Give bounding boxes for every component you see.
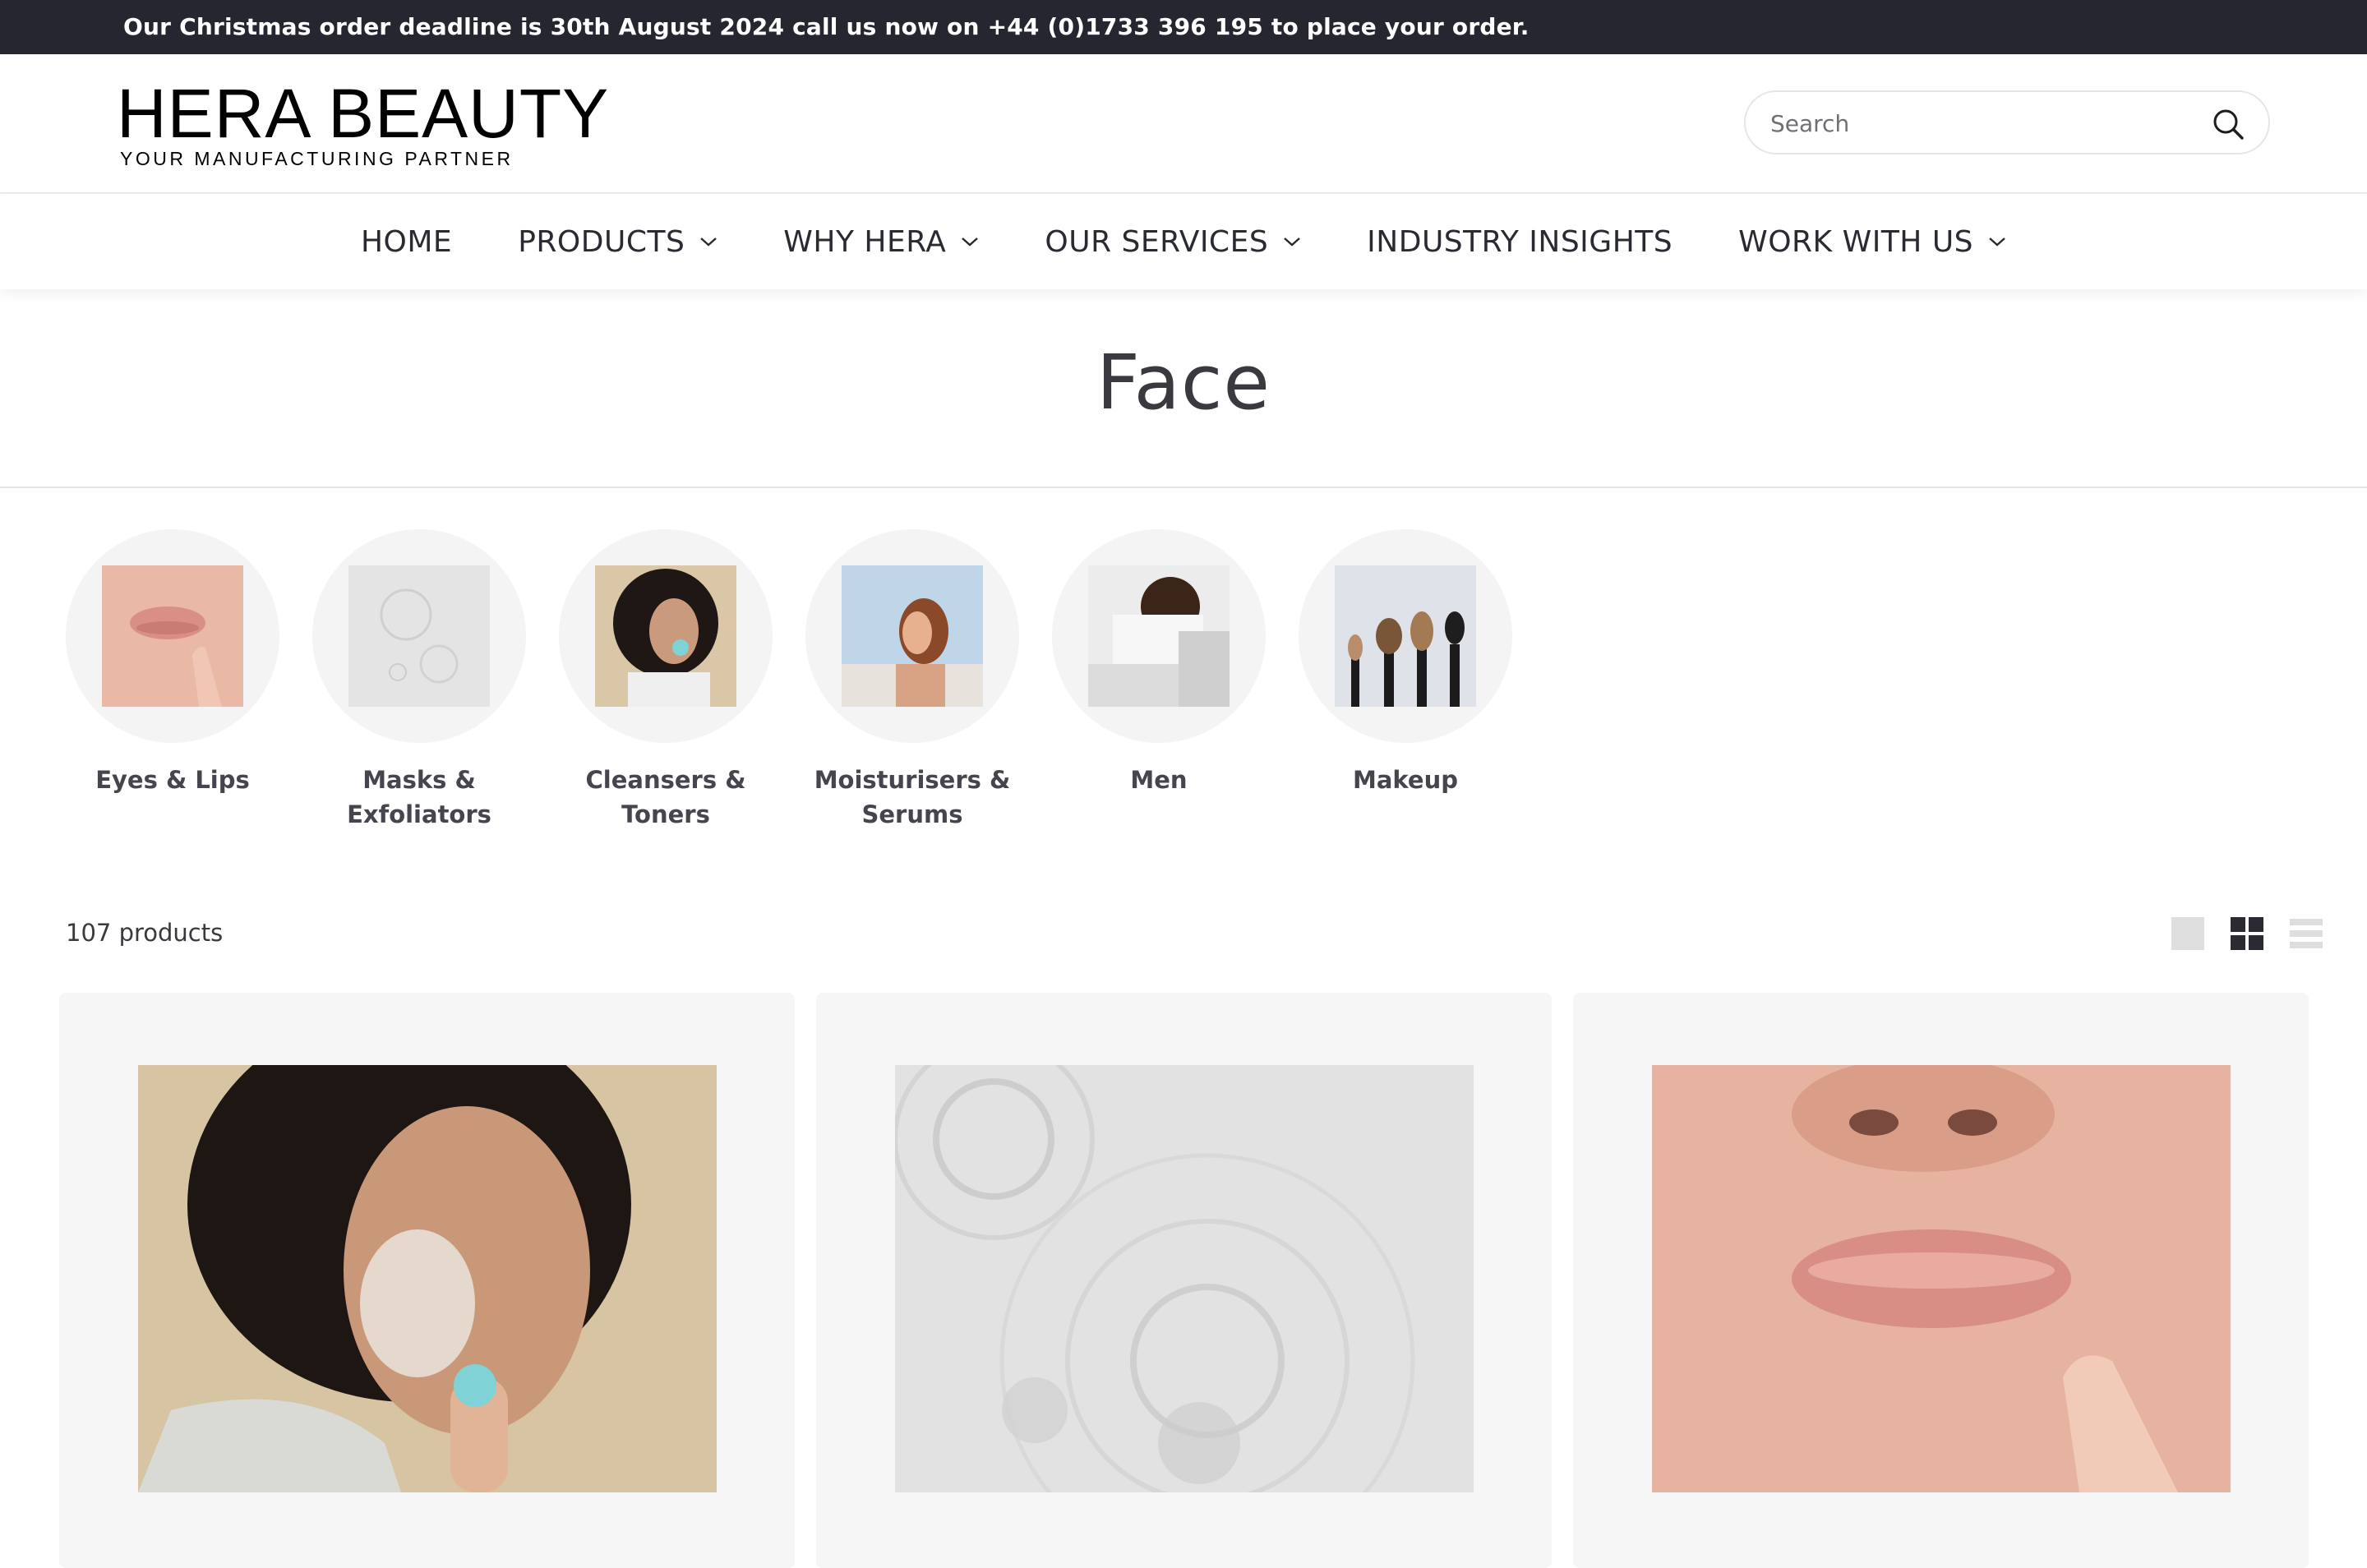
category-label: Makeup xyxy=(1352,766,1458,794)
nav-item-label: INDUSTRY INSIGHTS xyxy=(1367,224,1673,259)
search-input[interactable] xyxy=(1770,105,2198,141)
category-thumbnail xyxy=(559,529,773,743)
category-list: Eyes & Lips Masks & Exfoliators Cleanser… xyxy=(66,529,1545,832)
cleansing-woman-image xyxy=(595,565,736,707)
product-grid xyxy=(59,993,2330,1568)
product-card[interactable] xyxy=(816,993,1552,1568)
chevron-down-icon xyxy=(1989,238,2005,247)
product-card[interactable] xyxy=(1573,993,2309,1568)
category-label: Moisturisers & Serums xyxy=(814,766,1011,828)
logo[interactable]: HERA BEAUTY YOUR MANUFACTURING PARTNER xyxy=(117,79,609,170)
large-grid-icon[interactable] xyxy=(2170,915,2206,952)
product-count: 107 products xyxy=(66,919,224,947)
main-nav: HOME PRODUCTS WHY HERA OUR SERVICES INDU… xyxy=(0,194,2367,289)
category-label: Men xyxy=(1130,766,1188,794)
nav-item-why-hera[interactable]: WHY HERA xyxy=(783,225,979,259)
chevron-down-icon xyxy=(1284,238,1300,247)
category-moisturisers-serums[interactable]: Moisturisers & Serums xyxy=(805,529,1019,832)
category-eyes-lips[interactable]: Eyes & Lips xyxy=(66,529,279,832)
product-image xyxy=(895,1065,1474,1492)
nav-item-products[interactable]: PRODUCTS xyxy=(518,225,717,259)
search-box xyxy=(1744,90,2270,154)
product-image xyxy=(138,1065,717,1492)
moisturiser-woman-image xyxy=(842,565,983,707)
nav-item-our-services[interactable]: OUR SERVICES xyxy=(1045,225,1301,259)
site-header: HERA BEAUTY YOUR MANUFACTURING PARTNER xyxy=(0,54,2367,194)
category-thumbnail xyxy=(1052,529,1266,743)
category-label: Masks & Exfoliators xyxy=(347,766,491,828)
category-thumbnail xyxy=(312,529,526,743)
product-image xyxy=(1652,1065,2231,1492)
category-thumbnail xyxy=(66,529,279,743)
lips-image xyxy=(102,565,243,707)
category-thumbnail xyxy=(805,529,1019,743)
chevron-down-icon xyxy=(700,238,717,247)
nav-item-label: HOME xyxy=(360,224,453,259)
nav-item-label: WHY HERA xyxy=(783,224,947,259)
water-image xyxy=(348,565,490,707)
category-makeup[interactable]: Makeup xyxy=(1299,529,1512,832)
announcement-bar: Our Christmas order deadline is 30th Aug… xyxy=(0,0,2367,54)
nav-item-industry-insights[interactable]: INDUSTRY INSIGHTS xyxy=(1367,225,1673,259)
category-thumbnail xyxy=(1299,529,1512,743)
logo-text: HERA BEAUTY xyxy=(117,75,610,152)
category-label: Cleansers & Toners xyxy=(585,766,746,828)
nav-item-label: WORK WITH US xyxy=(1738,224,1974,259)
category-masks-exfoliators[interactable]: Masks & Exfoliators xyxy=(312,529,526,832)
chevron-down-icon xyxy=(962,238,979,247)
search-icon[interactable] xyxy=(2211,107,2245,141)
announcement-text: Our Christmas order deadline is 30th Aug… xyxy=(123,13,1530,40)
category-label: Eyes & Lips xyxy=(95,766,250,794)
product-card[interactable] xyxy=(59,993,795,1568)
nav-item-work-with-us[interactable]: WORK WITH US xyxy=(1738,225,2006,259)
category-cleansers-toners[interactable]: Cleansers & Toners xyxy=(559,529,773,832)
man-image xyxy=(1088,565,1230,707)
category-men[interactable]: Men xyxy=(1052,529,1266,832)
page-title: Face xyxy=(1096,339,1271,427)
list-icon[interactable] xyxy=(2288,915,2324,952)
view-toggle xyxy=(2147,915,2324,952)
divider xyxy=(0,487,2367,488)
nav-item-label: PRODUCTS xyxy=(518,224,685,259)
nav-item-home[interactable]: HOME xyxy=(361,225,452,259)
small-grid-icon[interactable] xyxy=(2229,915,2265,952)
nav-item-label: OUR SERVICES xyxy=(1045,224,1269,259)
brushes-image xyxy=(1335,565,1476,707)
